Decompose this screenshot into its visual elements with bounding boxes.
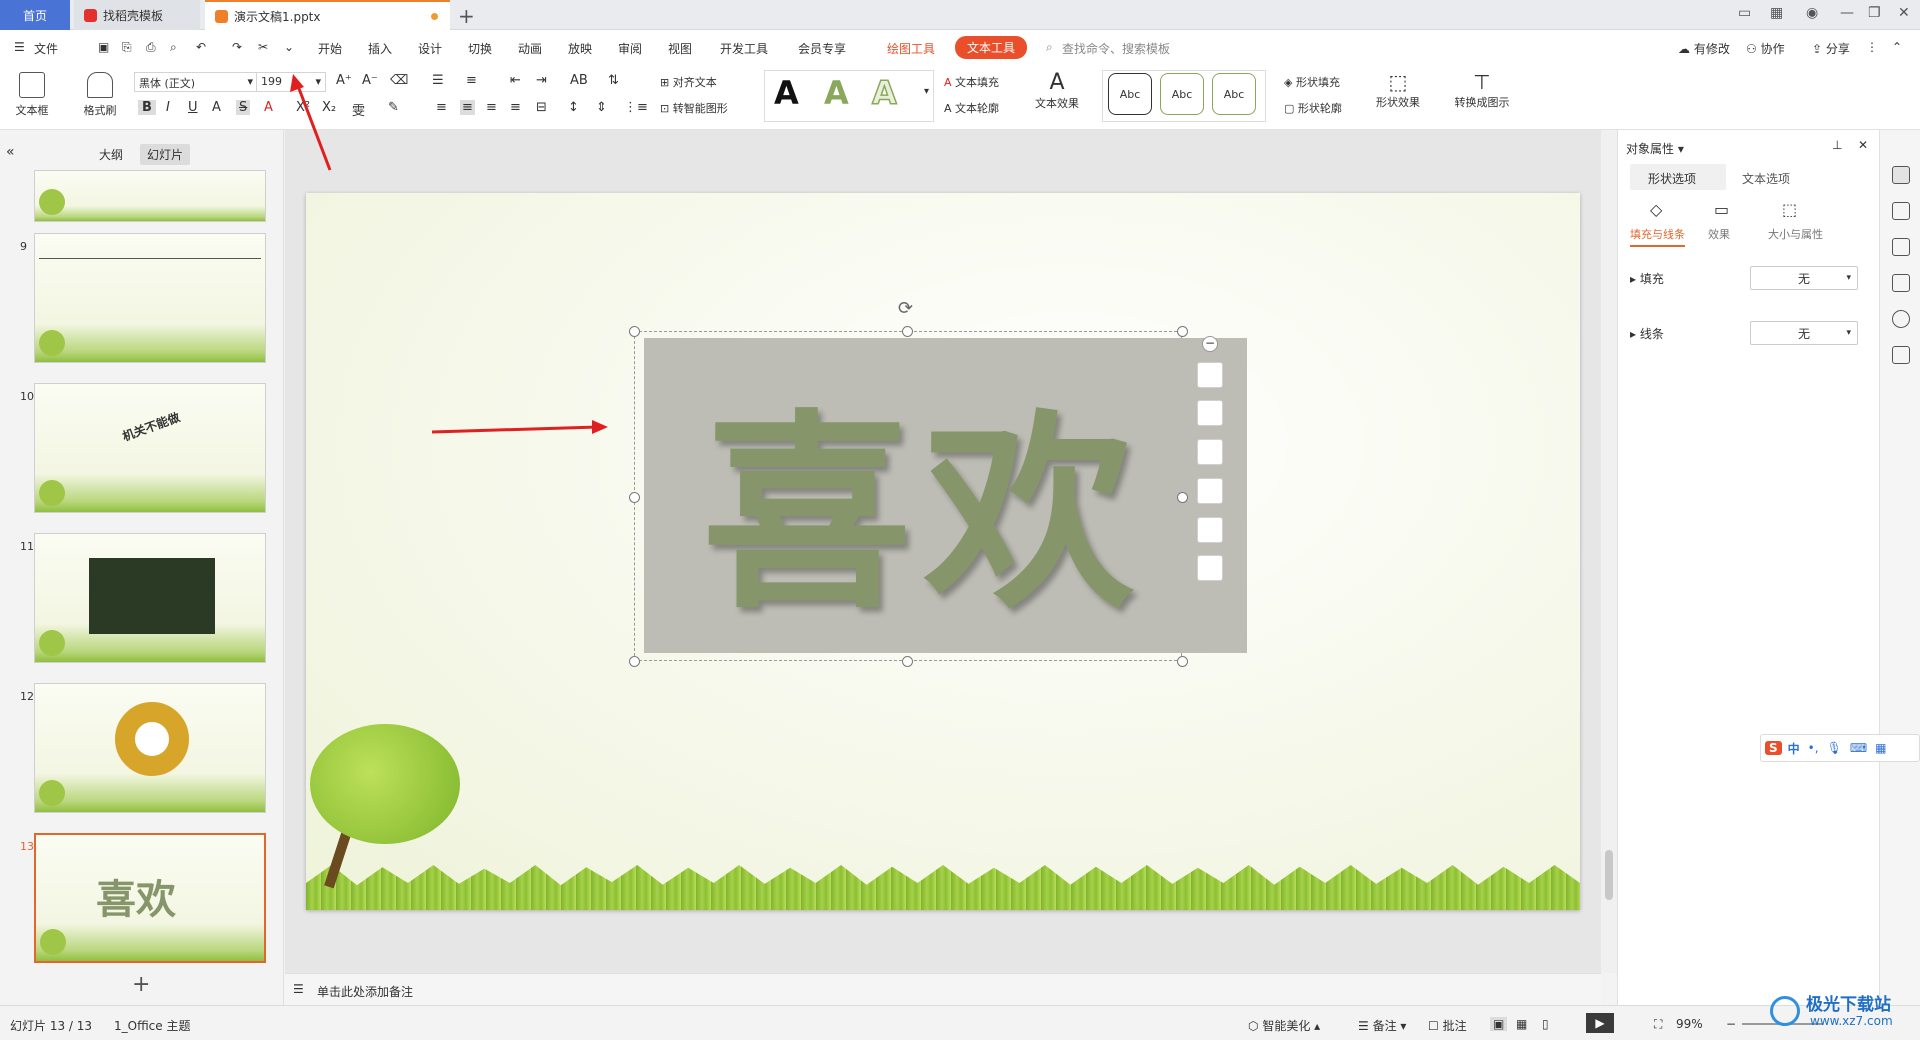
- microphone-icon[interactable]: 🎙: [1827, 741, 1842, 755]
- punctuation-icon[interactable]: •,: [1808, 741, 1819, 755]
- watermark-logo: 极光下载站 www.xz7.com: [1770, 988, 1916, 1038]
- pane-title-label: 对象属性: [1626, 142, 1675, 156]
- input-method-bar: S 中 •, 🎙 ⌨ ▦: [1760, 734, 1920, 762]
- notes-bar[interactable]: ☰ 单击此处添加备注: [285, 973, 1601, 1005]
- image-icon[interactable]: [1892, 274, 1910, 292]
- comments-button[interactable]: ☐ 批注: [1428, 1017, 1467, 1034]
- notes-icon: ☰: [293, 982, 304, 996]
- arrow-to-font-size: [296, 85, 332, 171]
- status-bar: 幻灯片 13 / 13 1_Office 主题 ⬡ 智能美化 ▴ ☰ 备注 ▾ …: [0, 1005, 1920, 1040]
- zoom-out-icon[interactable]: −: [1726, 1017, 1736, 1031]
- subtab-size[interactable]: 大小与属性: [1768, 226, 1823, 242]
- arrowhead-font-size: [290, 74, 304, 92]
- copy-icon[interactable]: [1892, 238, 1910, 256]
- notes-icon: ☰: [1358, 1019, 1369, 1033]
- pane-title[interactable]: 对象属性 ▾: [1626, 140, 1684, 157]
- comment-icon: ☐: [1428, 1019, 1439, 1033]
- notes-toggle-label: 备注: [1372, 1019, 1397, 1033]
- ime-mode[interactable]: 中: [1788, 740, 1800, 757]
- sogou-icon: S: [1765, 741, 1782, 755]
- line-label: 线条: [1639, 327, 1664, 341]
- slide-counter: 幻灯片 13 / 13: [10, 1019, 93, 1033]
- theme-name[interactable]: 1_Office 主题: [114, 1017, 190, 1034]
- normal-view-icon[interactable]: ▣: [1490, 1017, 1508, 1031]
- fill-line-icon: ◇: [1650, 200, 1663, 219]
- zoom-level[interactable]: 99%: [1676, 1017, 1703, 1031]
- fill-section[interactable]: ▸ 填充: [1630, 270, 1664, 287]
- scrollbar-thumb[interactable]: [1605, 850, 1613, 900]
- line-select[interactable]: 无 ▾: [1750, 321, 1858, 345]
- pin-star-icon[interactable]: [1892, 202, 1910, 220]
- smart-beautify-label: 智能美化: [1262, 1019, 1311, 1033]
- object-properties-pane: 对象属性 ▾ ⊥ ✕ 形状选项 文本选项 ◇ ▭ ⬚ 填充与线条 效果 大小与属…: [1617, 130, 1879, 1005]
- watermark-url: www.xz7.com: [1810, 1014, 1893, 1028]
- location-icon[interactable]: [1892, 310, 1910, 328]
- subtab-effect[interactable]: 效果: [1708, 226, 1730, 242]
- chevron-down-icon: ▾: [1846, 273, 1851, 283]
- arrowhead-textbox: [592, 420, 608, 434]
- arrow-to-textbox: [431, 425, 599, 434]
- beautify-icon: ⬡: [1248, 1019, 1259, 1033]
- fill-select[interactable]: 无 ▾: [1750, 266, 1858, 290]
- comments-label: 批注: [1442, 1019, 1467, 1033]
- notes-placeholder[interactable]: 单击此处添加备注: [317, 983, 413, 1000]
- fill-value: 无: [1797, 271, 1810, 286]
- sorter-view-icon[interactable]: ▦: [1516, 1017, 1527, 1031]
- subtab-fill-line[interactable]: 填充与线条: [1630, 226, 1685, 247]
- properties-icon[interactable]: [1892, 166, 1910, 184]
- watermark-site: 极光下载站: [1806, 995, 1891, 1015]
- smart-beautify-button[interactable]: ⬡ 智能美化 ▴: [1248, 1017, 1320, 1034]
- book-icon[interactable]: [1892, 346, 1910, 364]
- tab-shape-options[interactable]: 形状选项: [1648, 170, 1696, 187]
- size-icon: ⬚: [1782, 200, 1798, 219]
- tab-text-options[interactable]: 文本选项: [1742, 170, 1790, 187]
- line-section[interactable]: ▸ 线条: [1630, 325, 1664, 342]
- right-tool-bar: [1879, 130, 1920, 1005]
- keyboard-icon[interactable]: ⌨: [1850, 741, 1867, 755]
- effect-icon: ▭: [1714, 200, 1730, 219]
- line-value: 无: [1797, 326, 1810, 341]
- fill-label: 填充: [1639, 272, 1664, 286]
- watermark-icon: [1770, 996, 1800, 1026]
- grid-icon[interactable]: ▦: [1875, 741, 1886, 755]
- pin-icon[interactable]: ⊥: [1832, 138, 1842, 152]
- play-slideshow-icon[interactable]: ▶: [1586, 1013, 1614, 1033]
- chevron-down-icon: ▾: [1846, 328, 1851, 338]
- fit-window-icon[interactable]: ⛶: [1654, 1017, 1662, 1032]
- notes-toggle-button[interactable]: ☰ 备注 ▾: [1358, 1017, 1406, 1034]
- reading-view-icon[interactable]: ▯: [1542, 1017, 1549, 1031]
- close-pane-icon[interactable]: ✕: [1858, 138, 1868, 152]
- vertical-scrollbar[interactable]: [1601, 130, 1617, 973]
